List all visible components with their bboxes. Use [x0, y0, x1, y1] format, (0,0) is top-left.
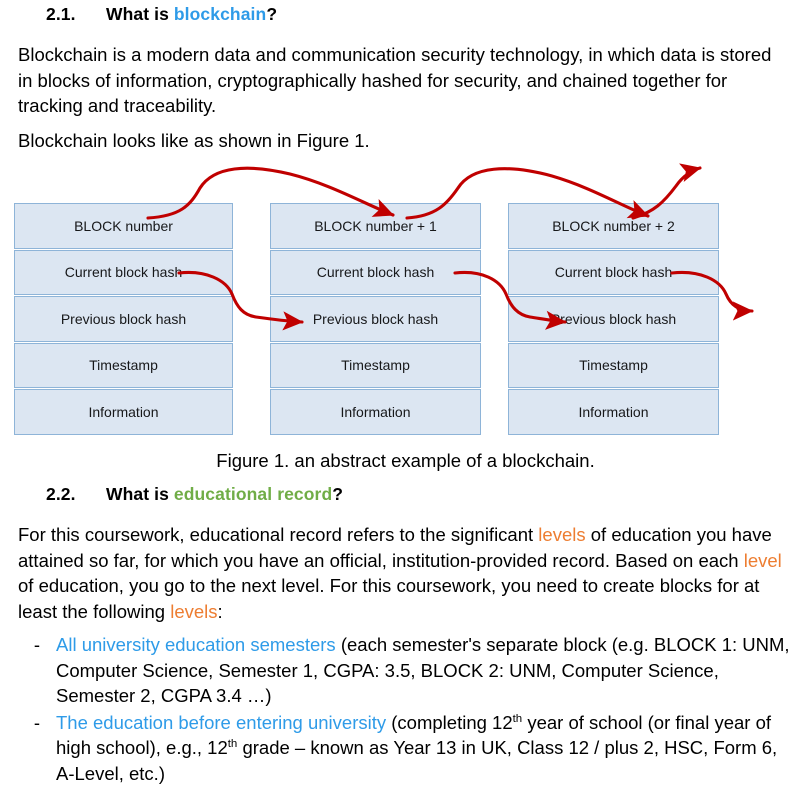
heading-number: 2.1.	[46, 4, 76, 24]
heading-number-2: 2.2.	[46, 484, 76, 504]
block-2-row-current-hash: Current block hash	[270, 249, 481, 295]
superscript-th-2: th	[227, 737, 238, 750]
block-1-row-information: Information	[14, 389, 233, 435]
block-3-row-current-hash: Current block hash	[508, 249, 719, 295]
block-3-row-previous-hash: Previous block hash	[508, 296, 719, 342]
requirements-list: - All university education semesters (ea…	[18, 632, 793, 787]
para3-highlight-level-2: level	[743, 549, 782, 571]
list-item-detail-2a: (completing 12	[386, 711, 513, 733]
block-3-row-timestamp: Timestamp	[508, 342, 719, 388]
list-item-text: All university education semesters (each…	[56, 632, 793, 709]
list-item: - The education before entering universi…	[18, 710, 793, 787]
para3-part-4: :	[217, 600, 223, 622]
paragraph-blockchain-definition: Blockchain is a modern data and communic…	[18, 44, 772, 116]
bullet-dash-marker: -	[33, 634, 41, 655]
bullet-dash-marker: -	[33, 711, 41, 733]
heading-keyword-educational-record: educational record	[173, 484, 333, 504]
figure-caption: Figure 1. an abstract example of a block…	[216, 450, 595, 471]
block-2-row-timestamp: Timestamp	[270, 342, 481, 388]
heading-prefix-2: What is	[106, 484, 174, 504]
block-2-row-previous-hash: Previous block hash	[270, 296, 481, 342]
block-2: BLOCK number + 1 Current block hash Prev…	[270, 203, 481, 435]
list-item: - All university education semesters (ea…	[18, 632, 793, 709]
para3-part-3: of education, you go to the next level. …	[18, 575, 760, 622]
heading-keyword-blockchain: blockchain	[173, 4, 267, 24]
para3-highlight-levels-3: levels	[170, 600, 218, 622]
heading-section-2-2: 2.2. What is educational record?	[46, 484, 343, 505]
block-3-row-information: Information	[508, 389, 719, 435]
para3-highlight-levels-1: levels	[538, 524, 586, 545]
paragraph-figure-reference: Blockchain looks like as shown in Figure…	[18, 130, 370, 151]
list-item-text: The education before entering university…	[56, 710, 793, 787]
block-1-row-timestamp: Timestamp	[14, 342, 233, 388]
block-1: BLOCK number Current block hash Previous…	[14, 203, 233, 435]
superscript-th-1: th	[512, 712, 523, 725]
block-2-row-information: Information	[270, 389, 481, 435]
block-1-row-current-hash: Current block hash	[14, 249, 233, 295]
block-1-row-previous-hash: Previous block hash	[14, 296, 233, 342]
block-3-row-number: BLOCK number + 2	[508, 203, 719, 249]
heading-suffix-2: ?	[332, 484, 344, 504]
list-item-link-university-semesters[interactable]: All university education semesters	[56, 634, 336, 655]
paragraph-educational-record: For this coursework, educational record …	[18, 522, 788, 624]
heading-section-2-1: 2.1. What is blockchain?	[46, 4, 277, 25]
block-1-row-number: BLOCK number	[14, 203, 233, 249]
blockchain-figure: BLOCK number Current block hash Previous…	[0, 160, 811, 445]
block-3: BLOCK number + 2 Current block hash Prev…	[508, 203, 719, 435]
para3-part-1: For this coursework, educational record …	[18, 524, 539, 545]
list-item-link-pre-university-education[interactable]: The education before entering university	[56, 712, 386, 733]
block-2-row-number: BLOCK number + 1	[270, 203, 481, 249]
heading-prefix: What is	[106, 4, 174, 24]
heading-suffix: ?	[266, 4, 278, 24]
